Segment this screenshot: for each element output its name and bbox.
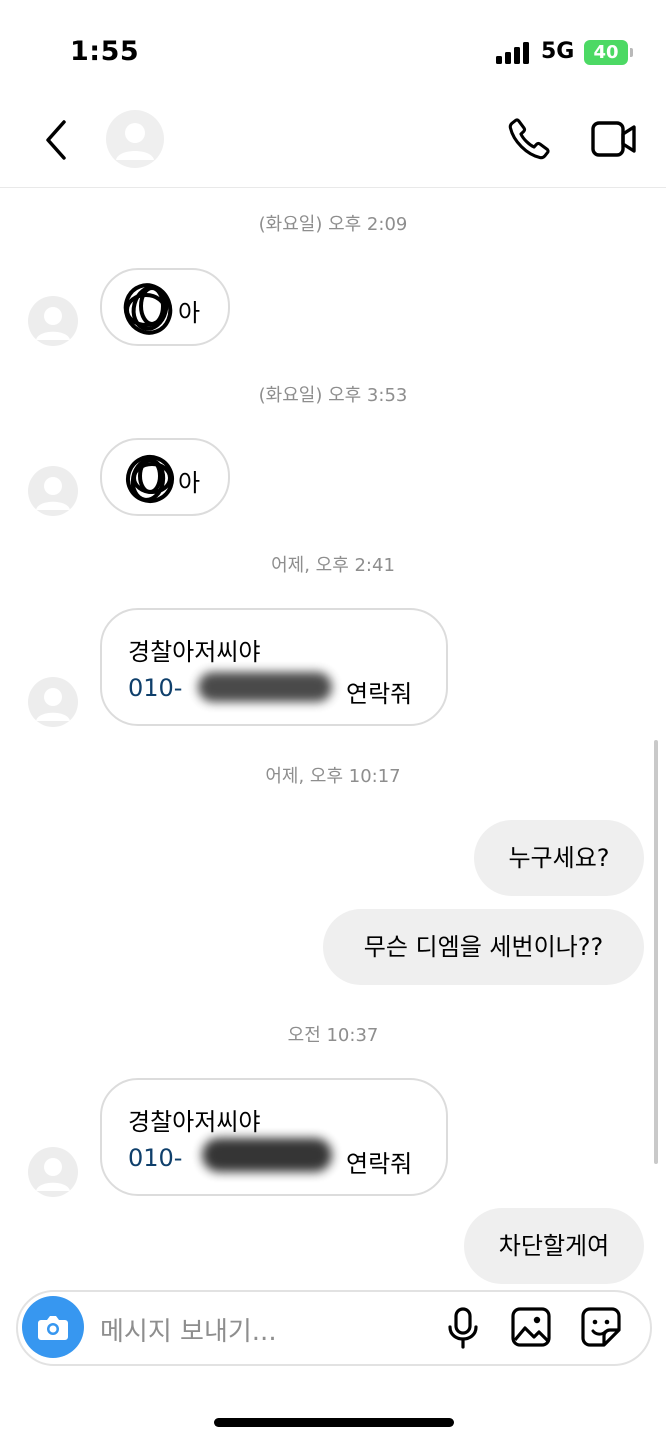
signal-icon <box>496 42 532 64</box>
gallery-icon[interactable] <box>510 1306 552 1348</box>
sender-avatar[interactable] <box>28 677 78 727</box>
name-redaction <box>126 455 174 503</box>
sender-avatar[interactable] <box>28 296 78 346</box>
name-redaction <box>123 283 173 335</box>
message-text: 아 <box>178 299 201 327</box>
camera-icon <box>38 1316 68 1340</box>
sticker-icon[interactable] <box>580 1306 622 1348</box>
timestamp: (화요일) 오후 3:53 <box>258 385 408 406</box>
message-text: 연락줘 <box>346 680 413 708</box>
message-text: 아 <box>178 469 201 497</box>
message-text: 경찰아저씨야 <box>128 1108 261 1136</box>
header-divider <box>0 187 666 188</box>
sender-avatar[interactable] <box>28 466 78 516</box>
timestamp: 오전 10:37 <box>287 1025 379 1046</box>
back-arrow-icon[interactable] <box>40 116 76 164</box>
microphone-icon[interactable] <box>444 1306 482 1350</box>
camera-button[interactable] <box>22 1296 84 1358</box>
message-bubble-outgoing[interactable]: 차단할게여 <box>464 1208 644 1284</box>
message-bubble-incoming[interactable]: 경찰아저씨야 010- 연락줘 <box>100 1078 448 1196</box>
phone-number-link[interactable]: 010- <box>128 1144 182 1172</box>
message-text: 경찰아저씨야 <box>128 638 261 666</box>
battery-cap <box>630 48 633 57</box>
timestamp: 어제, 오후 10:17 <box>265 766 401 787</box>
message-input[interactable]: 메시지 보내기... <box>100 1311 277 1348</box>
phone-redaction <box>198 672 332 702</box>
phone-number-link[interactable]: 010- <box>128 674 182 702</box>
timestamp: (화요일) 오후 2:09 <box>258 214 408 235</box>
scrollbar[interactable] <box>654 740 658 1164</box>
timestamp: 어제, 오후 2:41 <box>271 555 395 576</box>
contact-name-redaction[interactable] <box>164 96 336 188</box>
status-time: 1:55 <box>70 36 140 67</box>
message-bubble-incoming[interactable]: 경찰아저씨야 010- 연락줘 <box>100 608 448 726</box>
message-bubble-outgoing[interactable]: 누구세요? <box>474 820 644 896</box>
battery-icon: 40 <box>584 40 628 65</box>
message-bubble-incoming[interactable]: 아 <box>100 438 230 516</box>
message-bubble-outgoing[interactable]: 무슨 디엠을 세번이나?? <box>323 909 644 985</box>
video-call-icon[interactable] <box>590 118 638 160</box>
phone-redaction <box>202 1138 332 1172</box>
sender-avatar[interactable] <box>28 1147 78 1197</box>
network-type: 5G <box>541 39 575 64</box>
message-text: 연락줘 <box>346 1150 413 1178</box>
home-indicator <box>214 1418 454 1427</box>
contact-avatar[interactable] <box>106 110 164 168</box>
phone-call-icon[interactable] <box>506 116 552 162</box>
message-bubble-incoming[interactable]: 아 <box>100 268 230 346</box>
